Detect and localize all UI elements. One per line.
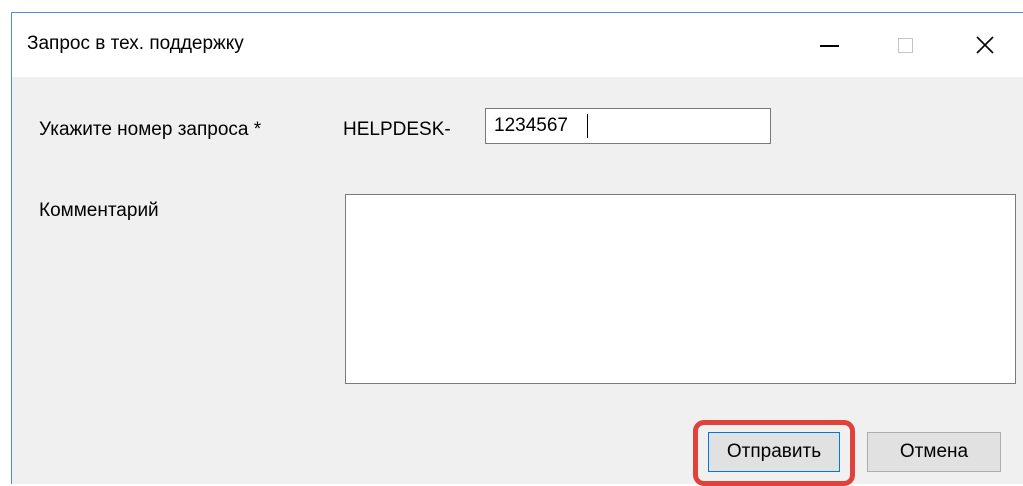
- title-bar[interactable]: Запрос в тех. поддержку: [12, 13, 1023, 77]
- minimize-button[interactable]: [798, 13, 860, 77]
- request-number-label: Укажите номер запроса *: [39, 119, 262, 140]
- close-button[interactable]: [954, 13, 1016, 77]
- window-title: Запрос в тех. поддержку: [27, 33, 244, 54]
- dialog-window: Запрос в тех. поддержку Укажите номер за…: [11, 12, 1023, 486]
- comment-textarea[interactable]: [345, 194, 1016, 384]
- text-caret: [587, 114, 588, 138]
- request-number-input[interactable]: [485, 108, 771, 144]
- maximize-icon: [897, 37, 913, 53]
- close-icon: [976, 36, 994, 54]
- submit-button[interactable]: Отправить: [708, 432, 840, 472]
- cancel-button[interactable]: Отмена: [867, 432, 1001, 472]
- request-prefix-label: HELPDESK-: [343, 119, 451, 140]
- maximize-button: [874, 13, 936, 77]
- minimize-icon: [819, 45, 839, 47]
- comment-label: Комментарий: [39, 200, 159, 221]
